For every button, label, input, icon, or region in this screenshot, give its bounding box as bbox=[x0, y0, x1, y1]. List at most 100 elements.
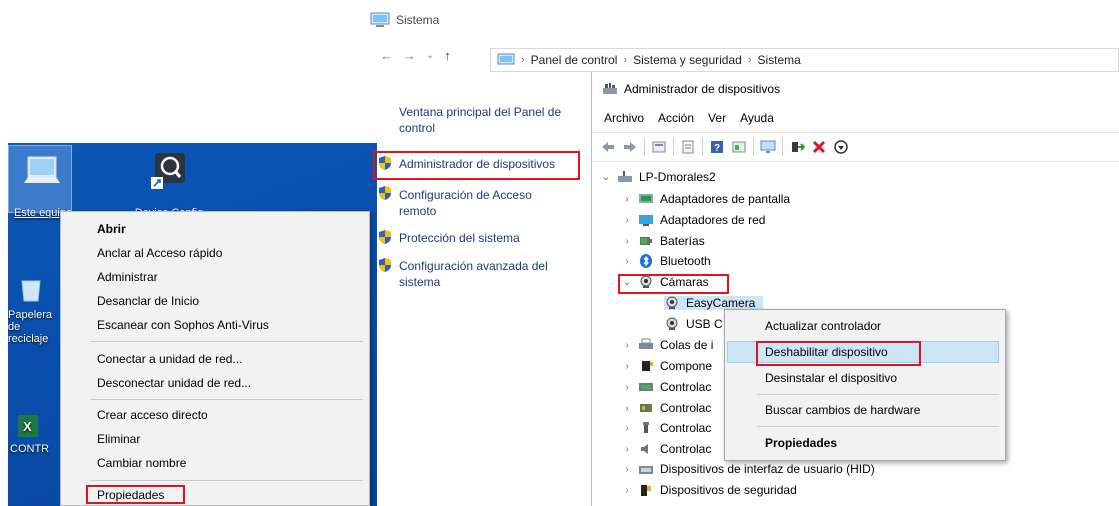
recent-locations-chevron-icon[interactable]: ⌄ bbox=[426, 50, 434, 61]
help-icon[interactable]: ? bbox=[709, 139, 725, 155]
breadcrumb-sistema-y-seguridad[interactable]: Sistema y seguridad bbox=[633, 53, 742, 67]
menu-item-crear-acceso-directo[interactable]: Crear acceso directo bbox=[97, 408, 208, 422]
menu-item-desinstalar-dispositivo[interactable]: Desinstalar el dispositivo bbox=[765, 371, 897, 385]
back-arrow-icon[interactable]: ← bbox=[380, 48, 393, 63]
uninstall-icon[interactable] bbox=[811, 139, 827, 155]
hid-device-icon bbox=[638, 462, 654, 476]
tree-item-camaras[interactable]: ⌄ Cámaras bbox=[622, 275, 709, 289]
back-icon[interactable] bbox=[600, 139, 616, 155]
menu-item-actualizar-controlador[interactable]: Actualizar controlador bbox=[765, 319, 881, 333]
disable-device-icon[interactable] bbox=[833, 139, 849, 155]
chevron-right-icon[interactable]: › bbox=[622, 194, 632, 205]
desktop-icon-contr[interactable]: X CONTR bbox=[10, 415, 58, 455]
breadcrumb-sistema[interactable]: Sistema bbox=[757, 53, 800, 67]
link-proteccion-sistema[interactable]: Protección del sistema bbox=[399, 230, 579, 246]
chevron-down-icon[interactable]: ⌄ bbox=[601, 172, 611, 183]
address-bar[interactable]: › Panel de control › Sistema y seguridad… bbox=[490, 48, 1119, 72]
menu-item-propiedades-dispositivo[interactable]: Propiedades bbox=[765, 436, 837, 450]
menu-item-buscar-cambios-hardware[interactable]: Buscar cambios de hardware bbox=[765, 403, 920, 417]
desktop-icon-device-config[interactable]: Device Config bbox=[134, 151, 204, 219]
menu-item-desanclar-inicio[interactable]: Desanclar de Inicio bbox=[97, 294, 199, 308]
desktop-icon-este-equipo[interactable]: Este equipo bbox=[14, 153, 72, 219]
device-manager-title: Administrador de dispositivos bbox=[624, 82, 781, 96]
menu-archivo[interactable]: Archivo bbox=[604, 111, 644, 125]
chevron-down-icon[interactable]: ⌄ bbox=[622, 277, 632, 288]
toolbar-divider bbox=[753, 138, 754, 156]
excel-file-icon: X bbox=[18, 415, 38, 437]
tree-item-colas-impresion[interactable]: › Colas de i bbox=[622, 338, 713, 352]
battery-icon bbox=[638, 234, 654, 248]
tree-item-easycamera[interactable]: EasyCamera bbox=[664, 296, 764, 310]
link-configuracion-acceso-remoto[interactable]: Configuración de Acceso remoto bbox=[399, 187, 569, 219]
tree-item-baterias[interactable]: › Baterías bbox=[622, 234, 704, 248]
menu-item-cambiar-nombre[interactable]: Cambiar nombre bbox=[97, 456, 186, 470]
chevron-right-icon[interactable]: › bbox=[622, 444, 632, 455]
chevron-right-icon[interactable]: › bbox=[622, 423, 632, 434]
chevron-right-icon[interactable]: › bbox=[622, 464, 632, 475]
desktop-icon-papelera[interactable]: Papelera de reciclaje bbox=[8, 273, 56, 345]
shield-icon bbox=[377, 155, 393, 171]
chevron-right-icon[interactable]: › bbox=[622, 382, 632, 393]
menu-accion[interactable]: Acción bbox=[658, 111, 694, 125]
controller-icon bbox=[638, 380, 654, 394]
chevron-right-icon[interactable]: › bbox=[622, 340, 632, 351]
tree-root[interactable]: ⌄ LP-Dmorales2 bbox=[601, 170, 716, 184]
computer-icon bbox=[617, 170, 633, 184]
chevron-right-icon[interactable]: › bbox=[622, 361, 632, 372]
tree-item-hid[interactable]: › Dispositivos de interfaz de usuario (H… bbox=[622, 462, 874, 476]
chip-icon bbox=[638, 359, 654, 373]
control-panel-home-link[interactable]: Ventana principal del Panel de control bbox=[399, 104, 587, 136]
menu-item-deshabilitar-dispositivo[interactable]: Deshabilitar dispositivo bbox=[765, 345, 888, 359]
tree-item-componentes[interactable]: › Compone bbox=[622, 359, 712, 373]
tree-item-bluetooth[interactable]: › Bluetooth bbox=[622, 254, 711, 268]
tree-item-usb-camera[interactable]: USB C bbox=[664, 317, 723, 331]
device-context-menu: Actualizar controlador Deshabilitar disp… bbox=[724, 309, 1006, 461]
scan-hardware-icon[interactable] bbox=[760, 139, 776, 155]
menu-ayuda[interactable]: Ayuda bbox=[740, 111, 774, 125]
device-manager-menubar: Archivo Acción Ver Ayuda bbox=[604, 111, 774, 125]
recycle-bin-icon bbox=[16, 273, 46, 303]
svg-text:X: X bbox=[23, 419, 32, 434]
toolbar-divider bbox=[644, 138, 645, 156]
breadcrumb-panel-de-control[interactable]: Panel de control bbox=[531, 53, 618, 67]
chevron-right-icon[interactable]: › bbox=[622, 215, 632, 226]
menu-item-escanear-sophos[interactable]: Escanear con Sophos Anti-Virus bbox=[97, 318, 269, 332]
display-adapter-icon bbox=[638, 192, 654, 206]
tree-item-adaptadores-red[interactable]: › Adaptadores de red bbox=[622, 213, 765, 227]
tree-item-controladora-1[interactable]: › Controlac bbox=[622, 380, 711, 394]
tree-item-controladora-4[interactable]: › Controlac bbox=[622, 442, 711, 456]
chevron-right-icon[interactable]: › bbox=[622, 256, 632, 267]
tree-item-adaptadores-pantalla[interactable]: › Adaptadores de pantalla bbox=[622, 192, 790, 206]
tree-item-dispositivos-seguridad[interactable]: › Dispositivos de seguridad bbox=[622, 483, 796, 497]
chevron-right-icon[interactable]: › bbox=[622, 403, 632, 414]
chevron-right-icon[interactable]: › bbox=[622, 485, 632, 496]
menu-separator bbox=[91, 341, 363, 342]
link-configuracion-avanzada[interactable]: Configuración avanzada del sistema bbox=[399, 258, 574, 290]
tree-item-controladora-3[interactable]: › Controlac bbox=[622, 421, 711, 435]
menu-item-abrir[interactable]: Abrir bbox=[97, 222, 126, 236]
up-arrow-icon[interactable]: ↑ bbox=[444, 48, 451, 63]
enable-device-icon[interactable] bbox=[789, 139, 806, 155]
view-icon[interactable] bbox=[651, 139, 667, 155]
update-driver-icon[interactable] bbox=[731, 139, 747, 155]
menu-item-administrar[interactable]: Administrar bbox=[97, 270, 158, 284]
properties-icon[interactable] bbox=[680, 139, 696, 155]
menu-item-conectar-unidad-red[interactable]: Conectar a unidad de red... bbox=[97, 352, 242, 366]
usb-controller-icon bbox=[638, 421, 654, 435]
printer-icon bbox=[638, 338, 654, 352]
svg-text:?: ? bbox=[714, 143, 720, 154]
forward-arrow-icon[interactable]: → bbox=[403, 48, 416, 63]
menu-item-desconectar-unidad-red[interactable]: Desconectar unidad de red... bbox=[97, 376, 251, 390]
menu-item-propiedades[interactable]: Propiedades bbox=[97, 488, 164, 502]
tree-item-controladora-2[interactable]: › Controlac bbox=[622, 401, 711, 415]
menu-separator bbox=[91, 399, 363, 400]
link-administrador-dispositivos[interactable]: Administrador de dispositivos bbox=[399, 156, 589, 172]
device-manager-icon bbox=[602, 82, 618, 96]
menu-item-eliminar[interactable]: Eliminar bbox=[97, 432, 140, 446]
bluetooth-icon bbox=[638, 254, 654, 268]
chevron-right-icon[interactable]: › bbox=[622, 236, 632, 247]
camera-icon bbox=[664, 296, 680, 310]
menu-ver[interactable]: Ver bbox=[708, 111, 726, 125]
forward-icon[interactable] bbox=[622, 139, 638, 155]
menu-item-anclar-acceso-rapido[interactable]: Anclar al Acceso rápido bbox=[97, 246, 222, 260]
